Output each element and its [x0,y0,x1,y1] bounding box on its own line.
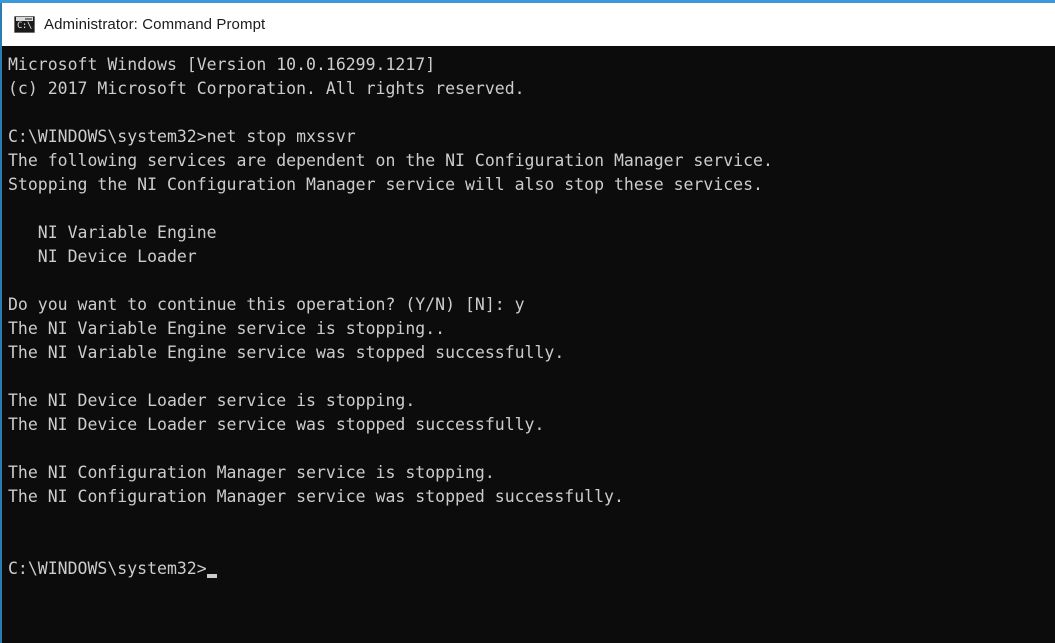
console-line: Stopping the NI Configuration Manager se… [8,175,763,194]
console-line: NI Device Loader [8,247,197,266]
console-line: NI Variable Engine [8,223,217,242]
active-prompt-line[interactable]: C:\WINDOWS\system32> [8,557,1055,581]
console-line: The NI Configuration Manager service was… [8,487,624,506]
console-line: Do you want to continue this operation? … [8,295,525,314]
prompt-text: C:\WINDOWS\system32> [8,559,207,578]
console-line: The NI Device Loader service was stopped… [8,415,545,434]
console-line: C:\WINDOWS\system32>net stop mxssvr [8,127,356,146]
screenshot-root: C:\. Administrator: Command Prompt Micro… [0,0,1055,643]
console-text-container: Microsoft Windows [Version 10.0.16299.12… [2,46,1055,581]
console-line: The NI Configuration Manager service is … [8,463,495,482]
console-line: The NI Device Loader service is stopping… [8,391,416,410]
window-title: Administrator: Command Prompt [44,16,266,33]
console-line: The NI Variable Engine service is stoppi… [8,319,446,338]
console-output-area[interactable]: Microsoft Windows [Version 10.0.16299.12… [0,46,1055,643]
text-cursor [206,574,217,578]
console-line-list: Microsoft Windows [Version 10.0.16299.12… [8,53,1055,557]
console-line: (c) 2017 Microsoft Corporation. All righ… [8,79,525,98]
command-prompt-window: C:\. Administrator: Command Prompt Micro… [0,0,1055,643]
console-line: The following services are dependent on … [8,151,773,170]
console-line: The NI Variable Engine service was stopp… [8,343,565,362]
console-line: Microsoft Windows [Version 10.0.16299.12… [8,55,436,74]
command-prompt-icon: C:\. [14,16,35,33]
titlebar-icon-text: C:\. [17,21,35,31]
window-titlebar[interactable]: C:\. Administrator: Command Prompt [0,3,1055,46]
